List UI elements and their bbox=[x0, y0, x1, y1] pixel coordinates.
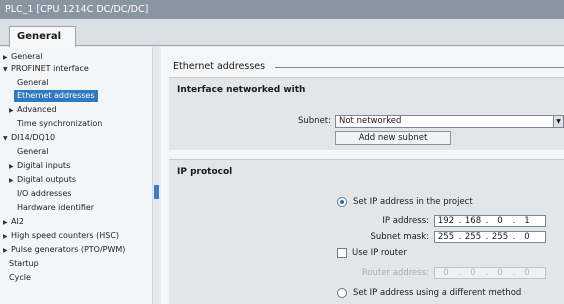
chevron-down-icon[interactable]: ▼ bbox=[553, 116, 563, 127]
tree-item-label: Hardware identifier bbox=[17, 203, 95, 212]
tree-item-pulse-generators[interactable]: ▶ Pulse generators (PTO/PWM) bbox=[3, 244, 125, 256]
tree-item-advanced[interactable]: ▶ Advanced bbox=[9, 104, 57, 116]
expand-arrow-icon[interactable]: ▶ bbox=[3, 231, 11, 243]
tree-item-io-addresses[interactable]: I/O addresses bbox=[17, 188, 71, 200]
tree-item-ai2[interactable]: ▶ AI2 bbox=[3, 216, 24, 228]
tree-item-ethernet-addresses[interactable]: Ethernet addresses bbox=[14, 90, 98, 102]
ip-separator: . bbox=[458, 268, 462, 278]
tree-item-label: DI14/DQ10 bbox=[11, 133, 56, 142]
ip-separator: . bbox=[458, 232, 462, 242]
tree-item-label: Cycle bbox=[9, 273, 31, 282]
tree-item-label: PROFINET interface bbox=[11, 64, 89, 73]
ip-octet: 0 bbox=[497, 216, 503, 226]
tree-scrollbar[interactable] bbox=[152, 47, 160, 304]
tree-item-cycle[interactable]: Cycle bbox=[9, 272, 31, 284]
tree-item-label: Digital outputs bbox=[17, 175, 77, 184]
set-ip-in-project-label: Set IP address in the project bbox=[353, 197, 473, 207]
scrollbar-thumb[interactable] bbox=[154, 185, 159, 199]
tree-item-time-synchronization[interactable]: Time synchronization bbox=[17, 118, 102, 130]
ip-octet: 168 bbox=[464, 216, 482, 226]
tree-item-hardware-identifier[interactable]: Hardware identifier bbox=[17, 202, 94, 214]
use-ip-router-label: Use IP router bbox=[352, 248, 407, 258]
subnet-label: Subnet: bbox=[298, 116, 331, 126]
subnet-value: Not networked bbox=[339, 116, 402, 126]
ip-separator: . bbox=[512, 268, 516, 278]
navigation-tree: ▶ General ▼ PROFINET interface General Eth… bbox=[0, 47, 160, 304]
section-divider bbox=[275, 67, 564, 68]
interface-panel-title: Interface networked with bbox=[177, 85, 306, 95]
tree-item-hsc[interactable]: ▶ High speed counters (HSC) bbox=[3, 230, 119, 242]
tab-strip: General bbox=[0, 19, 564, 47]
ip-address-label: IP address: bbox=[382, 216, 429, 226]
subnet-mask-label: Subnet mask: bbox=[370, 232, 429, 242]
ip-octet: 192 bbox=[437, 216, 455, 226]
expand-arrow-icon[interactable]: ▶ bbox=[9, 161, 17, 173]
tree-item-label: High speed counters (HSC) bbox=[11, 231, 120, 240]
tree-item-di14-dq10[interactable]: ▼ DI14/DQ10 bbox=[3, 132, 55, 144]
tree-item-general[interactable]: ▶ General bbox=[3, 51, 43, 63]
collapse-arrow-icon[interactable]: ▼ bbox=[3, 133, 11, 145]
tree-item-label: AI2 bbox=[11, 217, 24, 226]
ip-octet: 1 bbox=[524, 216, 530, 226]
add-new-subnet-button[interactable]: Add new subnet bbox=[335, 131, 451, 145]
router-octet: 0 bbox=[470, 268, 476, 278]
set-ip-in-project-radio[interactable] bbox=[337, 197, 347, 207]
expand-arrow-icon[interactable]: ▶ bbox=[3, 245, 11, 257]
set-ip-different-method-radio[interactable] bbox=[337, 288, 347, 298]
router-address-label: Router address: bbox=[361, 268, 429, 278]
subnet-mask-field[interactable]: 255 . 255 . 255 . 0 bbox=[434, 231, 546, 243]
tree-item-label: Time synchronization bbox=[17, 119, 103, 128]
set-ip-different-method-label: Set IP address using a different method bbox=[353, 288, 522, 298]
mask-octet: 255 bbox=[437, 232, 455, 242]
ip-address-field[interactable]: 192 . 168 . 0 . 1 bbox=[434, 215, 546, 227]
tree-item-label: Startup bbox=[9, 259, 39, 268]
use-ip-router-checkbox[interactable] bbox=[337, 248, 347, 258]
properties-content: Ethernet addresses Interface networked w… bbox=[161, 47, 564, 304]
expand-arrow-icon[interactable]: ▶ bbox=[9, 175, 17, 187]
router-octet: 0 bbox=[524, 268, 530, 278]
tree-item-startup[interactable]: Startup bbox=[9, 258, 39, 270]
tree-item-profinet-interface[interactable]: ▼ PROFINET interface bbox=[3, 63, 89, 75]
tree-item-digital-outputs[interactable]: ▶ Digital outputs bbox=[9, 174, 76, 186]
ip-separator: . bbox=[458, 216, 462, 226]
ip-protocol-panel: IP protocol Set IP address in the projec… bbox=[169, 159, 564, 304]
ip-separator: . bbox=[485, 216, 489, 226]
router-octet: 0 bbox=[443, 268, 449, 278]
tree-item-label: General bbox=[11, 52, 43, 61]
collapse-arrow-icon[interactable]: ▼ bbox=[3, 64, 11, 76]
ip-separator: . bbox=[485, 232, 489, 242]
tree-item-di-general[interactable]: General bbox=[17, 146, 49, 158]
tree-item-digital-inputs[interactable]: ▶ Digital inputs bbox=[9, 160, 70, 172]
mask-octet: 255 bbox=[464, 232, 482, 242]
ip-protocol-title: IP protocol bbox=[177, 167, 233, 177]
mask-octet: 0 bbox=[524, 232, 530, 242]
tree-item-label: General bbox=[17, 78, 49, 87]
tree-item-profinet-general[interactable]: General bbox=[17, 77, 49, 89]
router-address-field[interactable]: 0 . 0 . 0 . 0 bbox=[434, 267, 546, 279]
tree-item-label: General bbox=[17, 147, 49, 156]
mask-octet: 255 bbox=[491, 232, 509, 242]
tree-item-label: I/O addresses bbox=[17, 189, 72, 198]
ip-separator: . bbox=[512, 232, 516, 242]
expand-arrow-icon[interactable]: ▶ bbox=[9, 105, 17, 117]
subnet-dropdown[interactable]: Not networked ▼ bbox=[335, 115, 564, 128]
ip-separator: . bbox=[512, 216, 516, 226]
tree-item-label: Ethernet addresses bbox=[17, 91, 95, 100]
interface-panel: Interface networked with Subnet: Not net… bbox=[169, 77, 564, 150]
window-title: PLC_1 [CPU 1214C DC/DC/DC] bbox=[0, 0, 564, 19]
ip-separator: . bbox=[485, 268, 489, 278]
expand-arrow-icon[interactable]: ▶ bbox=[3, 217, 11, 229]
tree-item-label: Advanced bbox=[17, 105, 57, 114]
tree-item-label: Digital inputs bbox=[17, 161, 71, 170]
tab-general[interactable]: General bbox=[9, 26, 76, 47]
router-octet: 0 bbox=[497, 268, 503, 278]
tree-item-label: Pulse generators (PTO/PWM) bbox=[11, 245, 126, 254]
section-title: Ethernet addresses bbox=[173, 61, 266, 72]
